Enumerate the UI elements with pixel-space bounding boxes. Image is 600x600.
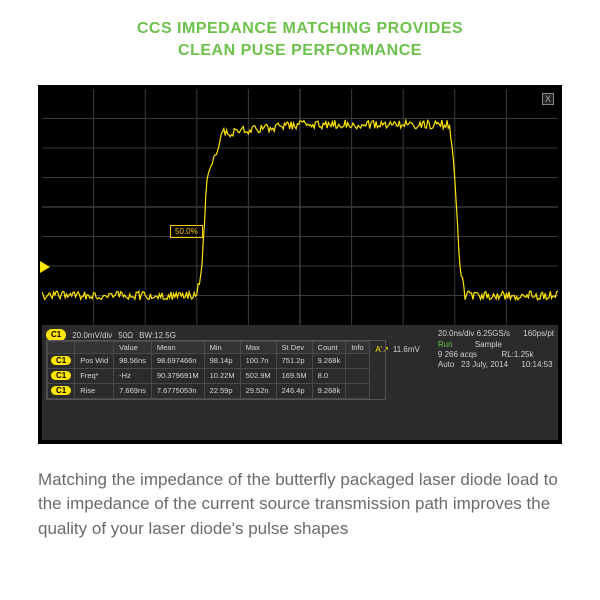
- cell: Freq*: [75, 368, 114, 383]
- cell: 169.5M: [276, 368, 312, 383]
- cell: 502.9M: [240, 368, 276, 383]
- cell: 90.379691M: [151, 368, 204, 383]
- title-line-1: CCS IMPEDANCE MATCHING PROVIDES: [20, 18, 580, 40]
- cell: 7.6775053n: [151, 383, 204, 398]
- date-label: 23 July, 2014: [461, 360, 508, 369]
- cell: 7.669ns: [114, 383, 152, 398]
- oscilloscope-screen: 50.0% X: [42, 89, 558, 325]
- trigger-level: 11.6mV: [393, 345, 420, 354]
- cell: [346, 353, 370, 368]
- col-header: Mean: [151, 341, 204, 353]
- cell: 751.2p: [276, 353, 312, 368]
- close-icon[interactable]: X: [542, 93, 554, 105]
- caption-text: Matching the impedance of the butterfly …: [0, 444, 600, 542]
- input-impedance: 50Ω: [118, 331, 133, 340]
- channel-badge[interactable]: C1: [51, 371, 71, 380]
- channel-badge[interactable]: C1: [51, 356, 71, 365]
- cursor-readout: 50.0%: [170, 225, 203, 238]
- timebase-block: 20.0ns/div 6.25GS/s 160ps/pt Run Sample …: [438, 329, 554, 371]
- cell: Pos Wid: [75, 353, 114, 368]
- time-label: 10:14:53: [521, 360, 552, 369]
- page-title: CCS IMPEDANCE MATCHING PROVIDES CLEAN PU…: [0, 0, 600, 65]
- cell: Rise: [75, 383, 114, 398]
- acq-mode: Sample: [475, 340, 502, 349]
- cell: [346, 383, 370, 398]
- col-header: [75, 341, 114, 353]
- col-header: Count: [312, 341, 346, 353]
- cell: 9.268k: [312, 383, 346, 398]
- table-row: C1 Pos Wid98.56ns98.697466n98.14p100.7n75…: [48, 353, 370, 368]
- waveform-trace: [42, 89, 558, 325]
- cell: 98.697466n: [151, 353, 204, 368]
- cell: -Hz: [114, 368, 152, 383]
- col-header: Value: [114, 341, 152, 353]
- col-header: [48, 341, 75, 353]
- cell: 9.268k: [312, 353, 346, 368]
- col-header: St Dev: [276, 341, 312, 353]
- run-status: Run: [438, 340, 453, 349]
- title-line-2: CLEAN PUSE PERFORMANCE: [20, 40, 580, 62]
- cell: 98.56ns: [114, 353, 152, 368]
- timebase-scale: 20.0ns/div: [438, 329, 474, 338]
- record-length: RL:1.25k: [501, 350, 533, 359]
- cell: 10.22M: [204, 368, 240, 383]
- vertical-scale: 20.0mV/div: [72, 331, 112, 340]
- acq-count: 9 266 acqs: [438, 350, 477, 359]
- bandwidth-label: BW:12.5G: [139, 331, 176, 340]
- oscilloscope-frame: 50.0% X C1 20.0mV/div 50Ω BW:12.5G A'↗ 1…: [38, 85, 562, 444]
- measurements-table: ValueMeanMinMaxSt DevCountInfo C1 Pos Wid…: [46, 340, 386, 400]
- trigger-mode: Auto: [438, 360, 454, 369]
- cell: 98.14p: [204, 353, 240, 368]
- col-header: Info: [346, 341, 370, 353]
- cell: 29.52n: [240, 383, 276, 398]
- cell: C1: [48, 368, 75, 383]
- col-header: Min: [204, 341, 240, 353]
- cell: 100.7n: [240, 353, 276, 368]
- scope-readout-panel: C1 20.0mV/div 50Ω BW:12.5G A'↗ 11.6mV 20…: [42, 325, 558, 440]
- sample-rate: 6.25GS/s: [477, 329, 510, 338]
- table-row: C1 Freq*-Hz90.379691M10.22M502.9M169.5M8.…: [48, 368, 370, 383]
- cell: C1: [48, 353, 75, 368]
- cell: 22.59p: [204, 383, 240, 398]
- cell: [346, 368, 370, 383]
- cell: 246.4p: [276, 383, 312, 398]
- table-row: C1 Rise7.669ns7.6775053n22.59p29.52n246.4…: [48, 383, 370, 398]
- channel-badge[interactable]: C1: [51, 386, 71, 395]
- resolution: 160ps/pt: [523, 329, 554, 338]
- cell: 8.0: [312, 368, 346, 383]
- cell: C1: [48, 383, 75, 398]
- col-header: Max: [240, 341, 276, 353]
- ch1-ground-marker: [40, 261, 50, 273]
